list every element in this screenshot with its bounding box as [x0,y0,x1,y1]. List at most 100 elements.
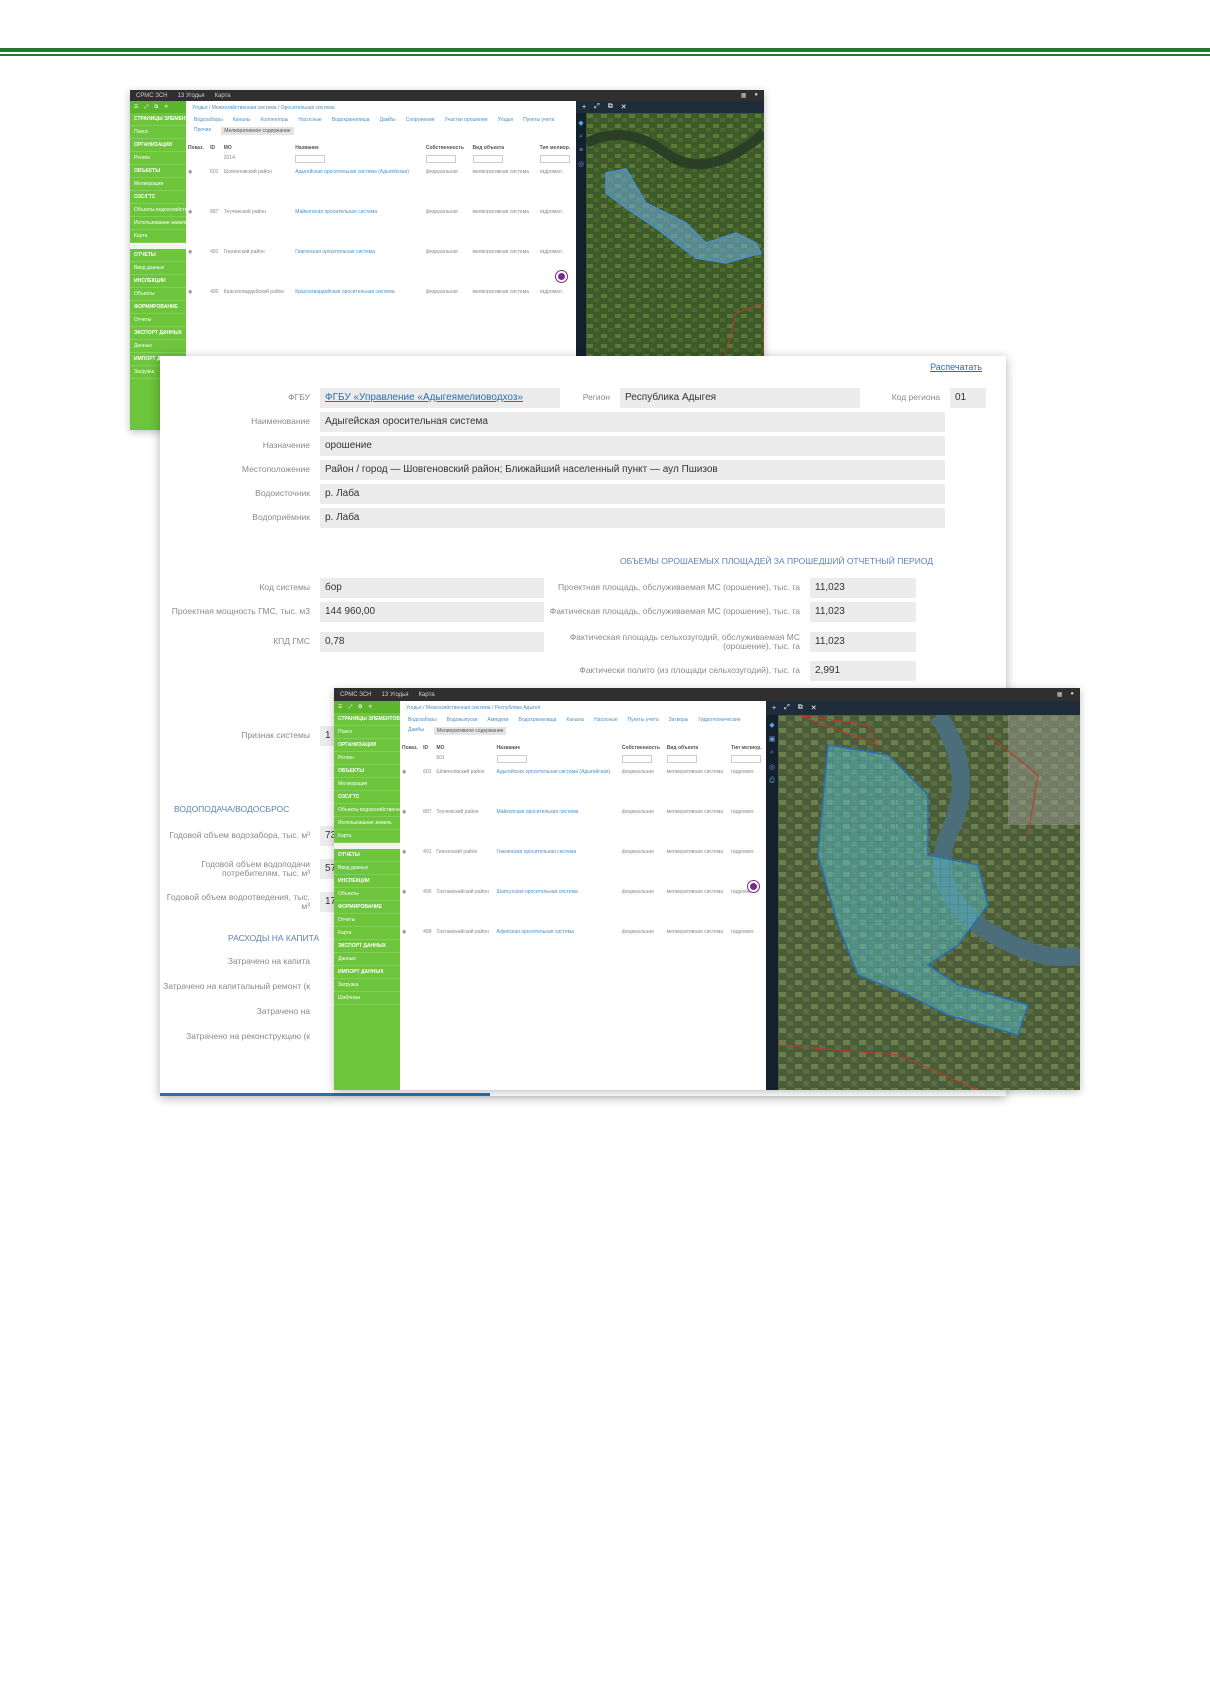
grid-icon[interactable]: ▦ [741,92,747,99]
object-link[interactable]: Майкопская оросительная система [495,807,620,847]
menu-icon[interactable]: ☰ [134,104,138,110]
locate-icon[interactable]: ◎ [578,160,584,168]
object-link[interactable]: Адыгейская оросительная система (Адыгейс… [495,767,620,807]
show-on-map-icon[interactable]: ◉ [186,287,208,327]
add-icon[interactable]: + [582,104,586,111]
object-tab[interactable]: Водохранилища [332,117,370,123]
popout-icon[interactable]: ⧉ [798,704,803,712]
sidebar-item[interactable]: Объекты [130,288,186,301]
show-on-map-icon[interactable]: ◉ [186,207,208,247]
sidebar-item[interactable]: Использование земель [334,817,400,830]
object-tab[interactable]: Сооружения [406,117,435,123]
popout-icon[interactable]: ⧉ [608,103,613,111]
column-header[interactable]: МО [222,143,294,153]
help-button[interactable] [748,881,759,892]
column-header[interactable]: Собственность [424,143,471,153]
column-header[interactable]: Вид объекта [471,143,538,153]
table-row[interactable]: ◉ 490 Тахтамукайский район Шапсугская ороси… [400,887,766,927]
filter-input[interactable] [472,155,503,163]
object-tab[interactable]: Коллекторы [261,117,289,123]
column-header[interactable]: Название [293,143,424,153]
table-row[interactable]: ◉ 489 Тахтамукайский район Афипская оросите… [400,927,766,967]
object-tab[interactable]: Участки орошения [444,117,487,123]
sidebar-item[interactable]: Мелиорация [130,178,186,191]
object-tab[interactable]: Дамбы [380,117,396,123]
column-header[interactable]: МО [434,743,494,753]
table-row[interactable]: ◉ 601 Шовгеновский район Адыгейская оросите… [186,167,576,207]
table-row[interactable]: ◉ 601 Шовгеновский район Адыгейская оросите… [400,767,766,807]
object-link[interactable]: Афипская оросительная система [495,927,620,967]
sidebar-item[interactable]: Ввод данных [130,262,186,275]
show-on-map-icon[interactable]: ◉ [400,847,421,887]
object-tab[interactable]: Насосные [594,717,617,723]
sidebar-item[interactable]: Шаблоны [334,992,400,1005]
close-icon[interactable]: ✕ [621,103,627,111]
sidebar-item[interactable]: Загрузка [334,979,400,992]
object-tab[interactable]: Водохранилища [519,717,557,723]
popout-icon[interactable]: ⧉ [155,104,159,110]
filter-input[interactable] [425,155,456,163]
filter-input[interactable] [621,755,652,763]
show-on-map-icon[interactable]: ◉ [400,927,421,967]
filter-input[interactable] [666,755,697,763]
zoom-icon[interactable]: ⌕ [579,133,583,141]
close-icon[interactable]: ✕ [811,704,817,712]
help-button[interactable] [556,271,567,282]
object-tab[interactable]: Акведуки [487,717,508,723]
sidebar-item[interactable]: Поиск [130,126,186,139]
column-header[interactable]: Название [495,743,620,753]
object-tab[interactable]: Водозаборы [194,117,223,123]
menu-icon[interactable]: ☰ [338,704,342,710]
menu-item-map[interactable]: Карта [215,93,231,99]
sidebar-item[interactable]: Данные [130,340,186,353]
column-header[interactable]: ID [421,743,434,753]
filter-input[interactable]: 601 [436,755,444,761]
sidebar-item[interactable]: Карта [334,830,400,843]
expand-icon[interactable]: ⤢ [348,704,352,710]
sidebar-item[interactable]: Данные [334,953,400,966]
object-tab[interactable]: Затворы [669,717,689,723]
sidebar-item[interactable]: Использование земель [130,217,186,230]
sidebar-item[interactable]: Объекты водохозяйственного комплекса [130,204,186,217]
show-on-map-icon[interactable]: ◉ [400,887,421,927]
filter-input[interactable] [539,155,570,163]
object-tab[interactable]: Прочие [194,127,211,135]
object-tab[interactable]: Водовыпуски [447,717,478,723]
layers-icon[interactable]: ▣ [769,735,776,743]
layers-icon[interactable]: ≡ [579,147,583,154]
filter-input[interactable]: 2014 [224,155,235,161]
show-on-map-icon[interactable]: ◉ [400,767,421,807]
sidebar-item[interactable]: Поиск [334,726,400,739]
menu-item-map[interactable]: Карта [419,692,435,698]
zoom-icon[interactable]: ⌕ [770,749,774,757]
column-header[interactable]: Показ. [400,743,421,753]
object-tab[interactable]: Пункты учета [628,717,659,723]
grid-icon[interactable]: ▦ [1057,691,1063,698]
sidebar-item[interactable]: Ввод данных [334,862,400,875]
object-tab[interactable]: Гидротехнические [698,717,740,723]
close-icon[interactable]: ✕ [164,104,168,110]
sidebar-item[interactable]: Отчеты [130,314,186,327]
menu-item-ugodya[interactable]: 13 Угодья [382,692,409,698]
object-link[interactable]: Майкопская оросительная система [293,207,424,247]
user-icon[interactable]: ● [1070,691,1074,698]
object-tab[interactable]: Дамбы [408,727,424,735]
sidebar-item[interactable]: Карта [334,927,400,940]
object-tab[interactable]: Мелиоративное содержание [221,127,294,135]
column-header[interactable]: Вид объекта [665,743,729,753]
object-link[interactable]: Гиагинская оросительная система [495,847,620,887]
expand-icon[interactable]: ⤢ [784,704,790,712]
table-row[interactable]: ◉ 491 Гиагинский район Гиагинская ороситель… [400,847,766,887]
table-row[interactable]: ◉ 490 Красногвардейский район Красногвардей… [186,287,576,327]
fgbu-link[interactable]: ФГБУ «Управление «Адыгеямелиоводхоз» [320,388,560,408]
object-link[interactable]: Гиагинская оросительная система [293,247,424,287]
column-header[interactable]: Показ. [186,143,208,153]
expand-icon[interactable]: ⤢ [594,103,600,111]
sidebar-item[interactable]: Объекты [334,888,400,901]
column-header[interactable]: Тип мелиор. [729,743,766,753]
print-icon[interactable]: ⎙ [769,777,775,785]
sidebar-item[interactable]: Отчеты [334,914,400,927]
filter-input[interactable] [295,155,326,163]
column-header[interactable]: Собственность [620,743,665,753]
object-tab[interactable]: Угодья [498,117,514,123]
